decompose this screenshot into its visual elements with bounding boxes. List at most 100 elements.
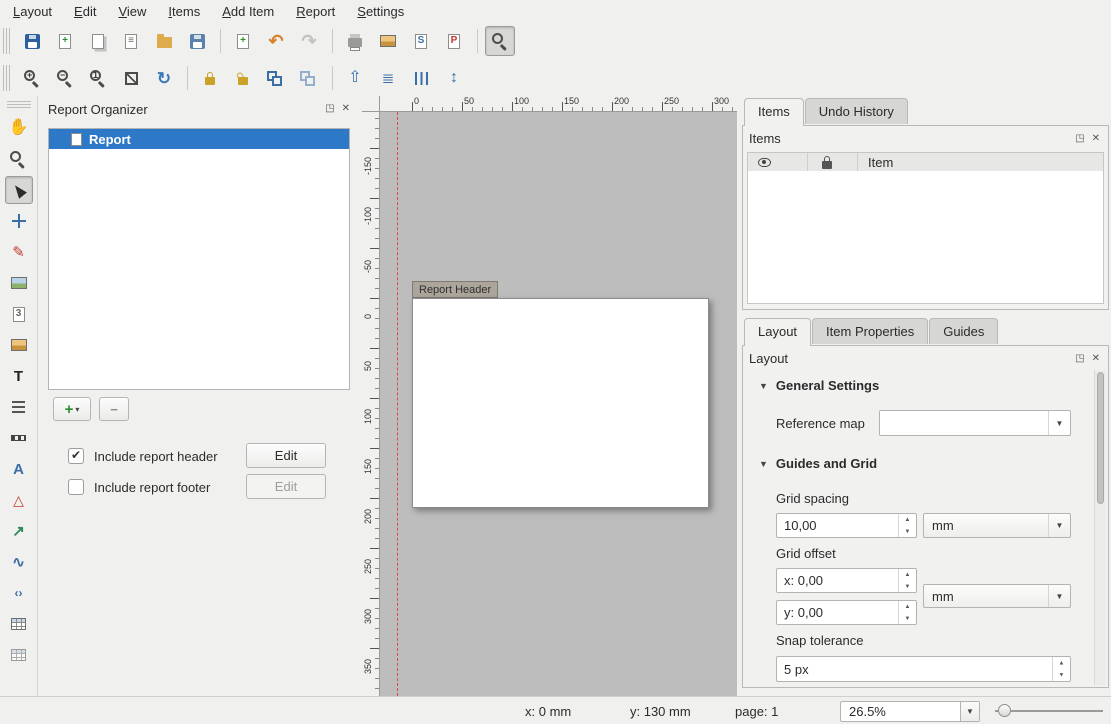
zoom-slider[interactable] (995, 700, 1103, 722)
zoom-full-icon[interactable] (116, 63, 146, 93)
ruler-label: 300 (714, 96, 729, 106)
menu-items[interactable]: Items (157, 1, 211, 22)
grid-spacing-input[interactable]: 10,00 ▲ ▼ (776, 513, 917, 538)
snap-tolerance-input[interactable]: 5 px ▲ ▼ (776, 656, 1071, 682)
print-icon[interactable] (340, 26, 370, 56)
export-image-icon[interactable] (373, 26, 403, 56)
zoom-in-icon[interactable]: + (17, 63, 47, 93)
spin-up-icon[interactable]: ▲ (1054, 658, 1068, 668)
scrollbar[interactable] (1094, 370, 1106, 685)
grid-offset-unit-select[interactable]: mm ▼ (923, 584, 1071, 608)
report-header-tag: Report Header (412, 281, 498, 298)
add-north-arrow-icon[interactable]: A (5, 455, 33, 483)
spin-down-icon[interactable]: ▼ (900, 526, 914, 536)
add-pages-icon[interactable]: + (228, 26, 258, 56)
group-items-icon[interactable] (261, 63, 291, 93)
spin-down-icon[interactable]: ▼ (900, 581, 914, 591)
canvas-viewport[interactable]: Report Header (380, 112, 737, 696)
spin-down-icon[interactable]: ▼ (900, 613, 914, 623)
duplicate-report-icon[interactable] (83, 26, 113, 56)
add-report-section-button[interactable]: + ▾ (53, 397, 91, 421)
menu-edit[interactable]: Edit (63, 1, 107, 22)
resize-items-icon[interactable]: ↕ (439, 63, 469, 93)
close-panel-icon[interactable]: ✕ (1092, 353, 1100, 364)
save-icon[interactable] (17, 26, 47, 56)
float-panel-icon[interactable]: ◳ (1075, 353, 1084, 364)
toolbar-drag-handle[interactable] (3, 65, 11, 91)
export-pdf-icon[interactable]: P (439, 26, 469, 56)
grid-offset-x-input[interactable]: x: 0,00 ▲ ▼ (776, 568, 917, 593)
items-list[interactable] (747, 171, 1104, 304)
tab-guides[interactable]: Guides (929, 318, 998, 344)
report-manager-icon[interactable]: ≡ (116, 26, 146, 56)
tab-item-properties[interactable]: Item Properties (812, 318, 928, 344)
toolbar-drag-handle[interactable] (3, 28, 11, 54)
add-node-item-icon[interactable]: ∿ (5, 548, 33, 576)
new-report-icon[interactable]: + (50, 26, 80, 56)
add-shape-icon[interactable]: △ (5, 486, 33, 514)
menu-layout[interactable]: Layout (2, 1, 63, 22)
menu-add-item[interactable]: Add Item (211, 1, 285, 22)
add-legend-icon[interactable] (5, 393, 33, 421)
tab-items[interactable]: Items (744, 98, 804, 126)
close-panel-icon[interactable]: ✕ (1092, 133, 1100, 144)
tab-undo-history[interactable]: Undo History (805, 98, 908, 124)
add-map-icon[interactable] (5, 269, 33, 297)
zoom-out-icon[interactable]: − (50, 63, 80, 93)
close-panel-icon[interactable]: ✕ (342, 103, 350, 114)
add-picture-icon[interactable] (5, 331, 33, 359)
undo-icon[interactable]: ↶ (261, 26, 291, 56)
align-items-icon[interactable]: ≣ (373, 63, 403, 93)
float-panel-icon[interactable]: ◳ (1075, 133, 1084, 144)
general-settings-section-header[interactable]: ▼ General Settings (759, 378, 879, 393)
add-attribute-table-icon[interactable] (5, 610, 33, 638)
include-report-footer-checkbox[interactable] (68, 479, 84, 495)
pan-icon[interactable]: ✋ (5, 114, 33, 142)
select-move-item-icon[interactable] (5, 176, 33, 204)
distribute-items-icon[interactable] (406, 63, 436, 93)
spin-down-icon[interactable]: ▼ (1054, 670, 1068, 680)
zoom-tool-icon[interactable] (5, 145, 33, 173)
zoom-slider-handle[interactable] (998, 704, 1011, 717)
refresh-view-icon[interactable] (485, 26, 515, 56)
add-scalebar-icon[interactable] (5, 424, 33, 452)
spin-up-icon[interactable]: ▲ (900, 602, 914, 612)
add-3d-map-icon[interactable]: 3 (5, 300, 33, 328)
add-fixed-table-icon[interactable] (5, 641, 33, 669)
include-report-header-checkbox[interactable] (68, 448, 84, 464)
ungroup-items-icon[interactable] (294, 63, 324, 93)
menu-report[interactable]: Report (285, 1, 346, 22)
tab-layout[interactable]: Layout (744, 318, 811, 346)
zoom-level-combobox[interactable]: 26.5% ▼ (840, 701, 980, 722)
move-item-content-icon[interactable] (5, 207, 33, 235)
unlock-items-icon[interactable] (228, 63, 258, 93)
redo-icon[interactable]: ↷ (294, 26, 324, 56)
export-svg-icon[interactable]: S (406, 26, 436, 56)
float-panel-icon[interactable]: ◳ (325, 103, 334, 114)
remove-report-section-button[interactable]: − (99, 397, 129, 421)
report-page[interactable] (412, 298, 709, 508)
edit-header-button[interactable]: Edit (246, 443, 326, 468)
lock-items-icon[interactable] (195, 63, 225, 93)
menu-view[interactable]: View (107, 1, 157, 22)
save-as-icon[interactable] (182, 26, 212, 56)
edit-nodes-item-icon[interactable]: ✎ (5, 238, 33, 266)
spin-up-icon[interactable]: ▲ (900, 515, 914, 525)
toolbar-drag-handle[interactable] (7, 100, 31, 108)
guides-and-grid-section-header[interactable]: ▼ Guides and Grid (759, 456, 877, 471)
spin-up-icon[interactable]: ▲ (900, 570, 914, 580)
open-report-icon[interactable] (149, 26, 179, 56)
add-arrow-icon[interactable]: ↗ (5, 517, 33, 545)
raise-items-icon[interactable]: ⇧ (340, 63, 370, 93)
zoom-actual-icon[interactable]: 1 (83, 63, 113, 93)
grid-offset-y-input[interactable]: y: 0,00 ▲ ▼ (776, 600, 917, 625)
reference-map-select[interactable]: ▼ (879, 410, 1071, 436)
add-label-icon[interactable]: T (5, 362, 33, 390)
refresh-canvas-icon[interactable]: ↻ (149, 63, 179, 93)
add-html-icon[interactable]: ‹› (5, 579, 33, 607)
report-tree-item[interactable]: Report (49, 129, 349, 149)
menu-settings[interactable]: Settings (346, 1, 415, 22)
edit-footer-button[interactable]: Edit (246, 474, 326, 499)
scrollbar-thumb[interactable] (1097, 372, 1104, 504)
grid-spacing-unit-select[interactable]: mm ▼ (923, 513, 1071, 538)
